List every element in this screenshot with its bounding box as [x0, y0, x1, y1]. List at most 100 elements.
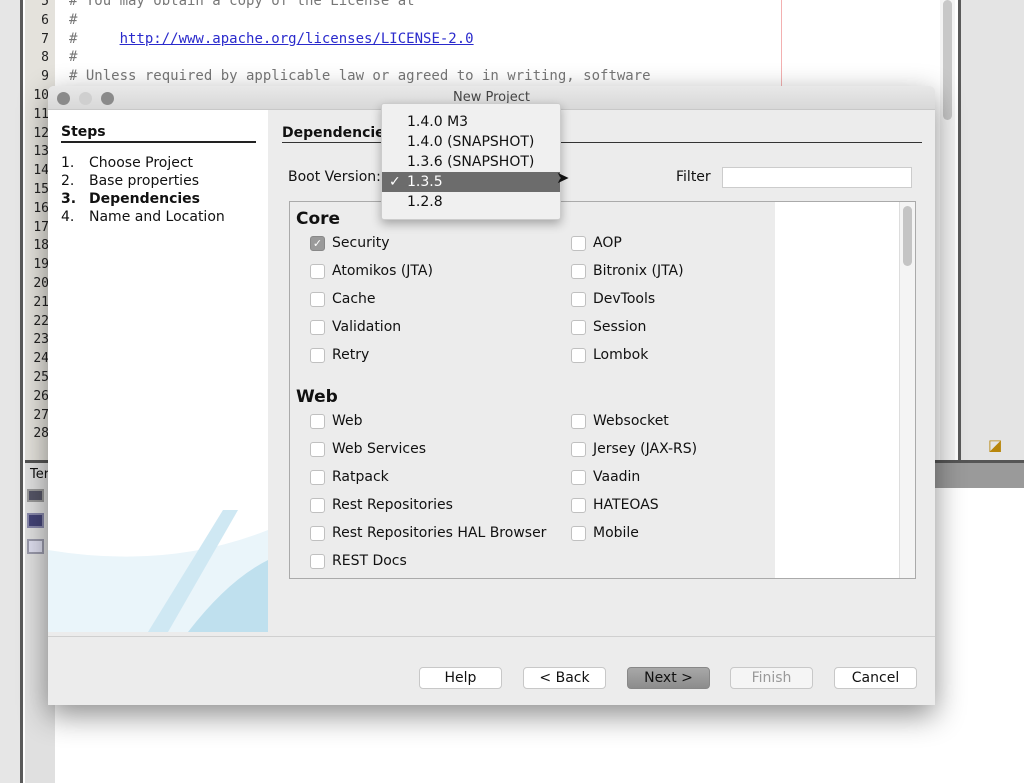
dependency-checkbox[interactable]: Jersey (JAX-RS) — [571, 441, 697, 457]
step-item: 3. Dependencies — [61, 191, 200, 207]
checkbox-label: Websocket — [593, 413, 669, 429]
code-line: # Unless required by applicable law or a… — [69, 68, 651, 84]
line-number: 11 — [33, 106, 49, 122]
dependency-checkbox[interactable]: HATEOAS — [571, 497, 659, 513]
checkbox[interactable] — [571, 263, 586, 279]
dependency-checkbox[interactable]: Mobile — [571, 525, 639, 541]
next-button[interactable]: Next > — [627, 667, 710, 689]
group-heading: Web — [296, 387, 338, 407]
checkbox[interactable] — [571, 469, 586, 485]
checkbox[interactable] — [310, 263, 325, 279]
dependency-checkbox[interactable]: Web — [310, 413, 363, 429]
checkbox[interactable] — [310, 525, 325, 541]
monitor-icon[interactable] — [27, 489, 44, 502]
checkbox-label: Web — [332, 413, 363, 429]
step-number: 2. — [61, 173, 75, 189]
dependency-checkbox[interactable]: Rest Repositories HAL Browser — [310, 525, 546, 541]
dependency-checkbox[interactable]: Rest Repositories — [310, 497, 453, 513]
checkbox[interactable] — [310, 413, 325, 429]
checkbox-label: HATEOAS — [593, 497, 659, 513]
checkbox-label: Mobile — [593, 525, 639, 541]
checkbox[interactable] — [571, 413, 586, 429]
line-number: 18 — [33, 238, 49, 254]
line-number: 21 — [33, 294, 49, 310]
checkbox[interactable] — [310, 553, 325, 569]
minimize-window-button[interactable] — [79, 92, 92, 105]
dropdown-option[interactable]: ✓ 1.3.5 — [382, 172, 560, 192]
checkbox-label: Rest Repositories HAL Browser — [332, 525, 547, 541]
dependency-checkbox[interactable]: DevTools — [571, 291, 655, 307]
back-button[interactable]: < Back — [523, 667, 606, 689]
checkbox[interactable] — [310, 469, 325, 485]
step-label: Dependencies — [89, 191, 201, 207]
dropdown-option[interactable]: 1.4.0 (SNAPSHOT) — [382, 132, 560, 152]
list-scrollbar-thumb[interactable] — [903, 206, 912, 266]
dependency-checkbox[interactable]: ✓ Security — [310, 235, 390, 251]
filter-label: Filter — [676, 169, 711, 185]
terminal-tab[interactable]: Ter — [30, 467, 49, 482]
finish-button[interactable]: Finish — [730, 667, 813, 689]
editor-scrollbar-thumb[interactable] — [943, 0, 952, 120]
code-text: # — [69, 49, 78, 66]
dependency-checkbox[interactable]: REST Docs — [310, 553, 407, 569]
checkbox-label: Retry — [332, 347, 370, 363]
dropdown-option[interactable]: 1.3.6 (SNAPSHOT) — [382, 152, 560, 172]
group-heading: Core — [296, 209, 341, 229]
license-link[interactable]: http://www.apache.org/licenses/LICENSE-2… — [120, 31, 474, 47]
dependency-checkbox[interactable]: Session — [571, 319, 646, 335]
checkbox[interactable] — [310, 347, 325, 363]
dependency-checkbox[interactable]: Lombok — [571, 347, 648, 363]
dependency-checkbox[interactable]: Vaadin — [571, 469, 640, 485]
code-line: # You may obtain a copy of the License a… — [69, 0, 415, 9]
dropdown-option[interactable]: 1.4.0 M3 — [382, 112, 560, 132]
checkbox-label: Bitronix (JTA) — [593, 263, 684, 279]
dependency-checkbox[interactable]: Cache — [310, 291, 376, 307]
dependency-checkbox[interactable]: Retry — [310, 347, 369, 363]
checkbox[interactable]: ✓ — [310, 235, 325, 251]
filter-input[interactable] — [722, 167, 912, 188]
checkbox[interactable] — [310, 441, 325, 457]
checkbox[interactable] — [571, 235, 586, 251]
dependency-checkbox[interactable]: Websocket — [571, 413, 669, 429]
close-window-button[interactable] — [57, 92, 70, 105]
option-label: 1.4.0 (SNAPSHOT) — [407, 134, 535, 150]
checkbox-label: Validation — [332, 319, 402, 335]
dependency-checkbox[interactable]: Atomikos (JTA) — [310, 263, 433, 279]
zoom-window-button[interactable] — [101, 92, 114, 105]
boot-version-dropdown[interactable]: 1.4.0 M3 1.4.0 (SNAPSHOT) 1.3.6 (SNAPSHOT)… — [381, 103, 561, 220]
settings-tool-icon[interactable] — [27, 539, 44, 554]
dependency-checkbox[interactable]: Bitronix (JTA) — [571, 263, 684, 279]
steps-heading: Steps — [61, 124, 256, 143]
dependency-checkbox[interactable]: Ratpack — [310, 469, 389, 485]
dependency-checkbox[interactable]: Web Services — [310, 441, 426, 457]
checkbox[interactable] — [310, 497, 325, 513]
line-number: 10 — [33, 88, 49, 103]
checkbox[interactable] — [310, 291, 325, 307]
help-button[interactable]: Help — [419, 667, 502, 689]
checkbox-label: Jersey (JAX-RS) — [593, 441, 698, 457]
checkbox[interactable] — [571, 525, 586, 541]
step-item: 2. Base properties — [61, 173, 199, 189]
line-number: 16 — [33, 200, 49, 216]
dropdown-option[interactable]: 1.2.8 — [382, 192, 560, 212]
checkbox[interactable] — [571, 441, 586, 457]
dependency-checkbox[interactable]: AOP — [571, 235, 622, 251]
checkbox[interactable] — [571, 347, 586, 363]
checkbox[interactable] — [571, 497, 586, 513]
step-item: 1. Choose Project — [61, 155, 193, 171]
line-number: 9 — [41, 69, 49, 85]
palette-icon[interactable]: ◪ — [988, 436, 1002, 454]
line-number: 15 — [33, 182, 49, 197]
cancel-button[interactable]: Cancel — [834, 667, 917, 689]
panel-title: Dependencies — [282, 125, 922, 143]
dependency-checkbox[interactable]: Validation — [310, 319, 401, 335]
checkbox[interactable] — [571, 291, 586, 307]
checkbox-label: Session — [593, 319, 647, 335]
code-text: # — [69, 11, 78, 28]
line-number: 8 — [41, 50, 49, 66]
checkbox-label: Ratpack — [332, 469, 389, 485]
right-panel — [958, 0, 1024, 460]
checkbox[interactable] — [571, 319, 586, 335]
checkbox[interactable] — [310, 319, 325, 335]
network-icon[interactable] — [27, 513, 44, 528]
